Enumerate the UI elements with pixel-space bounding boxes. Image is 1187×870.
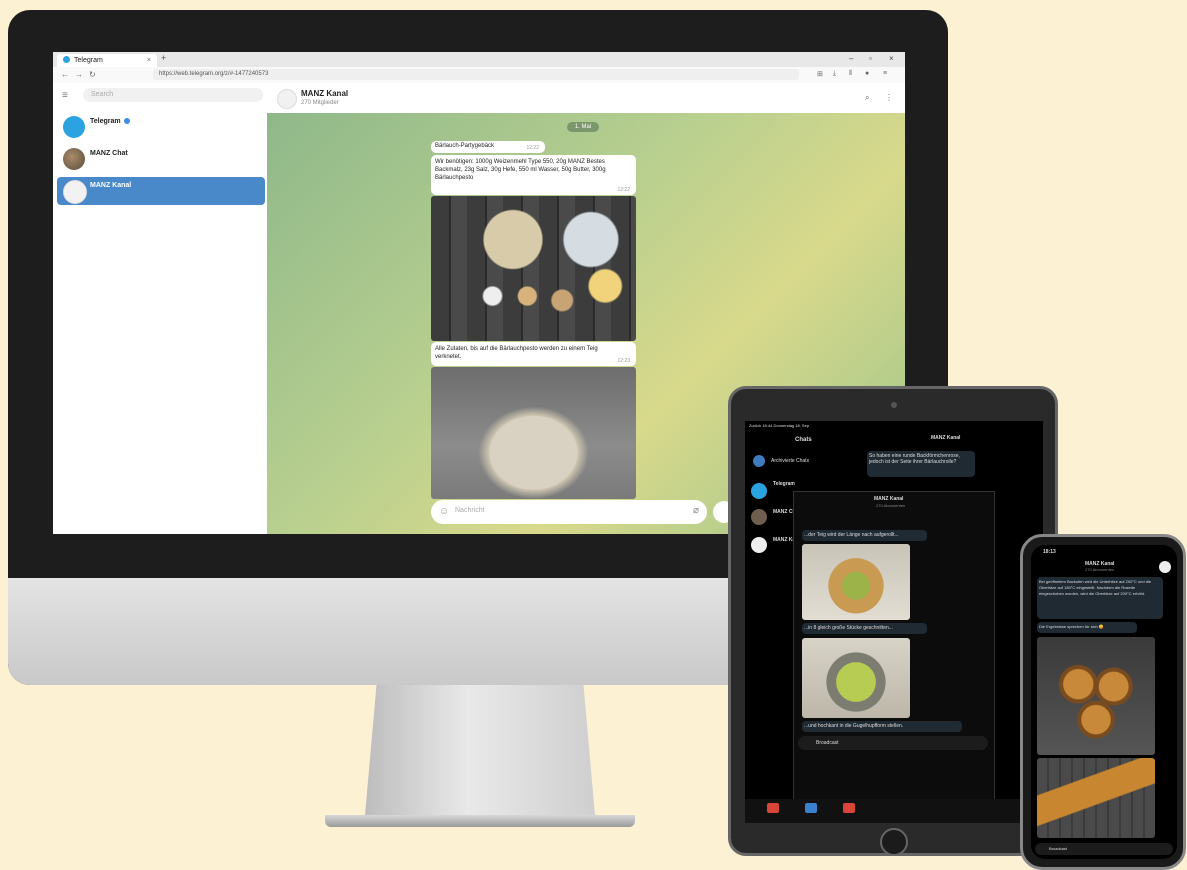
tab-close-icon[interactable]: × (147, 54, 151, 67)
message-text: Alle Zutaten, bis auf die Bärlauchpesto … (435, 346, 598, 360)
chat-item-manz-chat[interactable]: MANZ Chat (57, 145, 265, 173)
emoji-icon[interactable]: ☺ (439, 506, 449, 517)
hamburger-menu-icon[interactable]: ≡ (62, 90, 68, 101)
settings-tab-icon[interactable] (843, 803, 855, 813)
search-input[interactable]: Search (83, 88, 263, 102)
browser-tab[interactable]: Telegram × (57, 54, 157, 67)
ipad-screen: Zurück 18:44 Donnerstag 18. Sep Chats Ar… (745, 421, 1043, 823)
message-bubble[interactable]: Alle Zutaten, bis auf die Bärlauchpesto … (431, 342, 636, 366)
date-divider: 1. Mai (567, 122, 599, 132)
chat-name: MANZ Kanal (90, 182, 132, 189)
back-button[interactable]: ← (61, 70, 69, 79)
extensions-icon[interactable]: ⊞ (817, 70, 823, 78)
profile-icon[interactable]: ● (865, 70, 869, 77)
imac-foot (325, 815, 635, 827)
chat-name: MANZ Chat (90, 150, 128, 157)
channel-members: 270 Mitglieder (301, 100, 339, 106)
new-tab-button[interactable]: + (161, 53, 166, 63)
telegram-logo-icon (63, 116, 85, 138)
library-icon[interactable]: ⫴ (849, 70, 852, 78)
ingredients-photo[interactable] (431, 196, 636, 341)
ipad-tabbar (745, 799, 1043, 823)
archived-chats[interactable]: Archivierte Chats (771, 458, 809, 464)
message-time: 12:23 (617, 358, 630, 364)
chat-sidebar: ≡ Search Telegram MANZ Chat MANZ Kanal (53, 83, 268, 534)
channel-subscribers: 270 Abonnenten (1085, 567, 1115, 572)
channel-title: MANZ Kanal (874, 496, 904, 502)
manz-logo-avatar (751, 537, 767, 553)
channel-title[interactable]: MANZ Kanal (301, 89, 348, 98)
chats-tab-icon[interactable] (805, 803, 817, 813)
composer-placeholder: Broadcast (816, 740, 839, 746)
message-composer[interactable]: Broadcast (798, 736, 988, 750)
message-bubble[interactable]: ...in 8 gleich große Stücke geschnitten.… (802, 623, 927, 634)
more-icon[interactable]: ⋮ (885, 93, 893, 102)
minimize-button[interactable]: – (849, 54, 853, 63)
archive-icon (753, 455, 765, 467)
message-bubble[interactable]: Bei geöffnetem Backofen wird die Unterhi… (1037, 577, 1163, 619)
iphone-time: 18:13 (1043, 549, 1056, 555)
dough-roll-photo[interactable] (802, 544, 910, 620)
verified-badge-icon (123, 118, 130, 124)
message-text: Wir benötigen: 1000g Weizenmehl Type 550… (435, 159, 606, 181)
contacts-tab-icon[interactable] (767, 803, 779, 813)
telegram-favicon-icon (63, 56, 70, 63)
message-text: Bärlauch-Partygebäck (435, 143, 495, 149)
imac-stand (365, 685, 595, 815)
ipad-channel-title[interactable]: MANZ Kanal (931, 435, 960, 441)
chat-header: MANZ Kanal 270 Mitglieder ⌕ ⋮ (267, 83, 905, 114)
attach-icon[interactable]: ⌀ (693, 505, 699, 516)
baked-loaf-photo[interactable] (1037, 758, 1155, 838)
message-bubble[interactable]: ...und hochkant in die Gugelhupfform ste… (802, 721, 962, 732)
address-bar[interactable]: https://web.telegram.org/z/#-1477240573 (153, 69, 799, 80)
avatar (751, 509, 767, 525)
tab-title: Telegram (74, 57, 103, 64)
gugelhupf-photo[interactable] (802, 638, 910, 718)
avatar (63, 148, 85, 170)
close-window-button[interactable]: × (889, 54, 894, 63)
telegram-logo-icon (751, 483, 767, 499)
message-time: 12:22 (526, 145, 539, 151)
ipad-chat-window: MANZ Kanal 270 Abonnenten ...der Teig wi… (793, 491, 995, 823)
baked-rose-photo[interactable] (1037, 637, 1155, 755)
message-bubble[interactable]: So haben eine runde Backförmchenrose, je… (867, 451, 975, 477)
message-bubble[interactable]: Bärlauch-Partygebäck 12:22 (431, 141, 545, 153)
composer-placeholder: Nachricht (455, 507, 485, 514)
message-bubble[interactable]: Wir benötigen: 1000g Weizenmehl Type 550… (431, 155, 636, 195)
ipad-status-bar: Zurück 18:44 Donnerstag 18. Sep (749, 423, 810, 428)
message-time: 12:22 (617, 187, 630, 193)
message-composer[interactable]: Broadcast (1035, 843, 1173, 855)
browser-tabbar: Telegram × + – ▫ × (53, 52, 905, 67)
message-composer[interactable]: ☺ Nachricht ⌀ (431, 500, 707, 524)
dough-photo[interactable] (431, 367, 636, 499)
chat-item-telegram[interactable]: Telegram (57, 113, 265, 141)
downloads-icon[interactable]: ⤓ (833, 70, 836, 78)
browser-toolbar: ← → ↻ https://web.telegram.org/z/#-14772… (53, 67, 905, 84)
maximize-button[interactable]: ▫ (869, 54, 872, 63)
ipad-chat-telegram[interactable]: Telegram (773, 481, 795, 487)
ipad-camera (891, 402, 897, 408)
channel-subscribers: 270 Abonnenten (876, 503, 906, 508)
chat-name: Telegram (90, 118, 121, 125)
ipad-home-button[interactable] (880, 828, 908, 856)
message-bubble[interactable]: Die Ergebnisse sprechen für sich 😋 (1037, 622, 1137, 633)
search-icon[interactable]: ⌕ (865, 93, 869, 103)
manz-logo-avatar[interactable] (1159, 561, 1171, 573)
composer-placeholder: Broadcast (1049, 846, 1068, 851)
manz-logo-avatar (63, 180, 87, 204)
chat-item-manz-kanal[interactable]: MANZ Kanal (57, 177, 265, 205)
chats-title: Chats (795, 437, 812, 443)
message-bubble[interactable]: ...der Teig wird der Länge nach aufgerol… (802, 530, 927, 541)
reload-button[interactable]: ↻ (89, 70, 96, 79)
iphone-screen: 18:13 MANZ Kanal 270 Abonnenten Bei geöf… (1031, 545, 1177, 859)
channel-avatar[interactable] (277, 89, 297, 109)
forward-button[interactable]: → (75, 70, 83, 79)
menu-icon[interactable]: ≡ (883, 70, 887, 77)
